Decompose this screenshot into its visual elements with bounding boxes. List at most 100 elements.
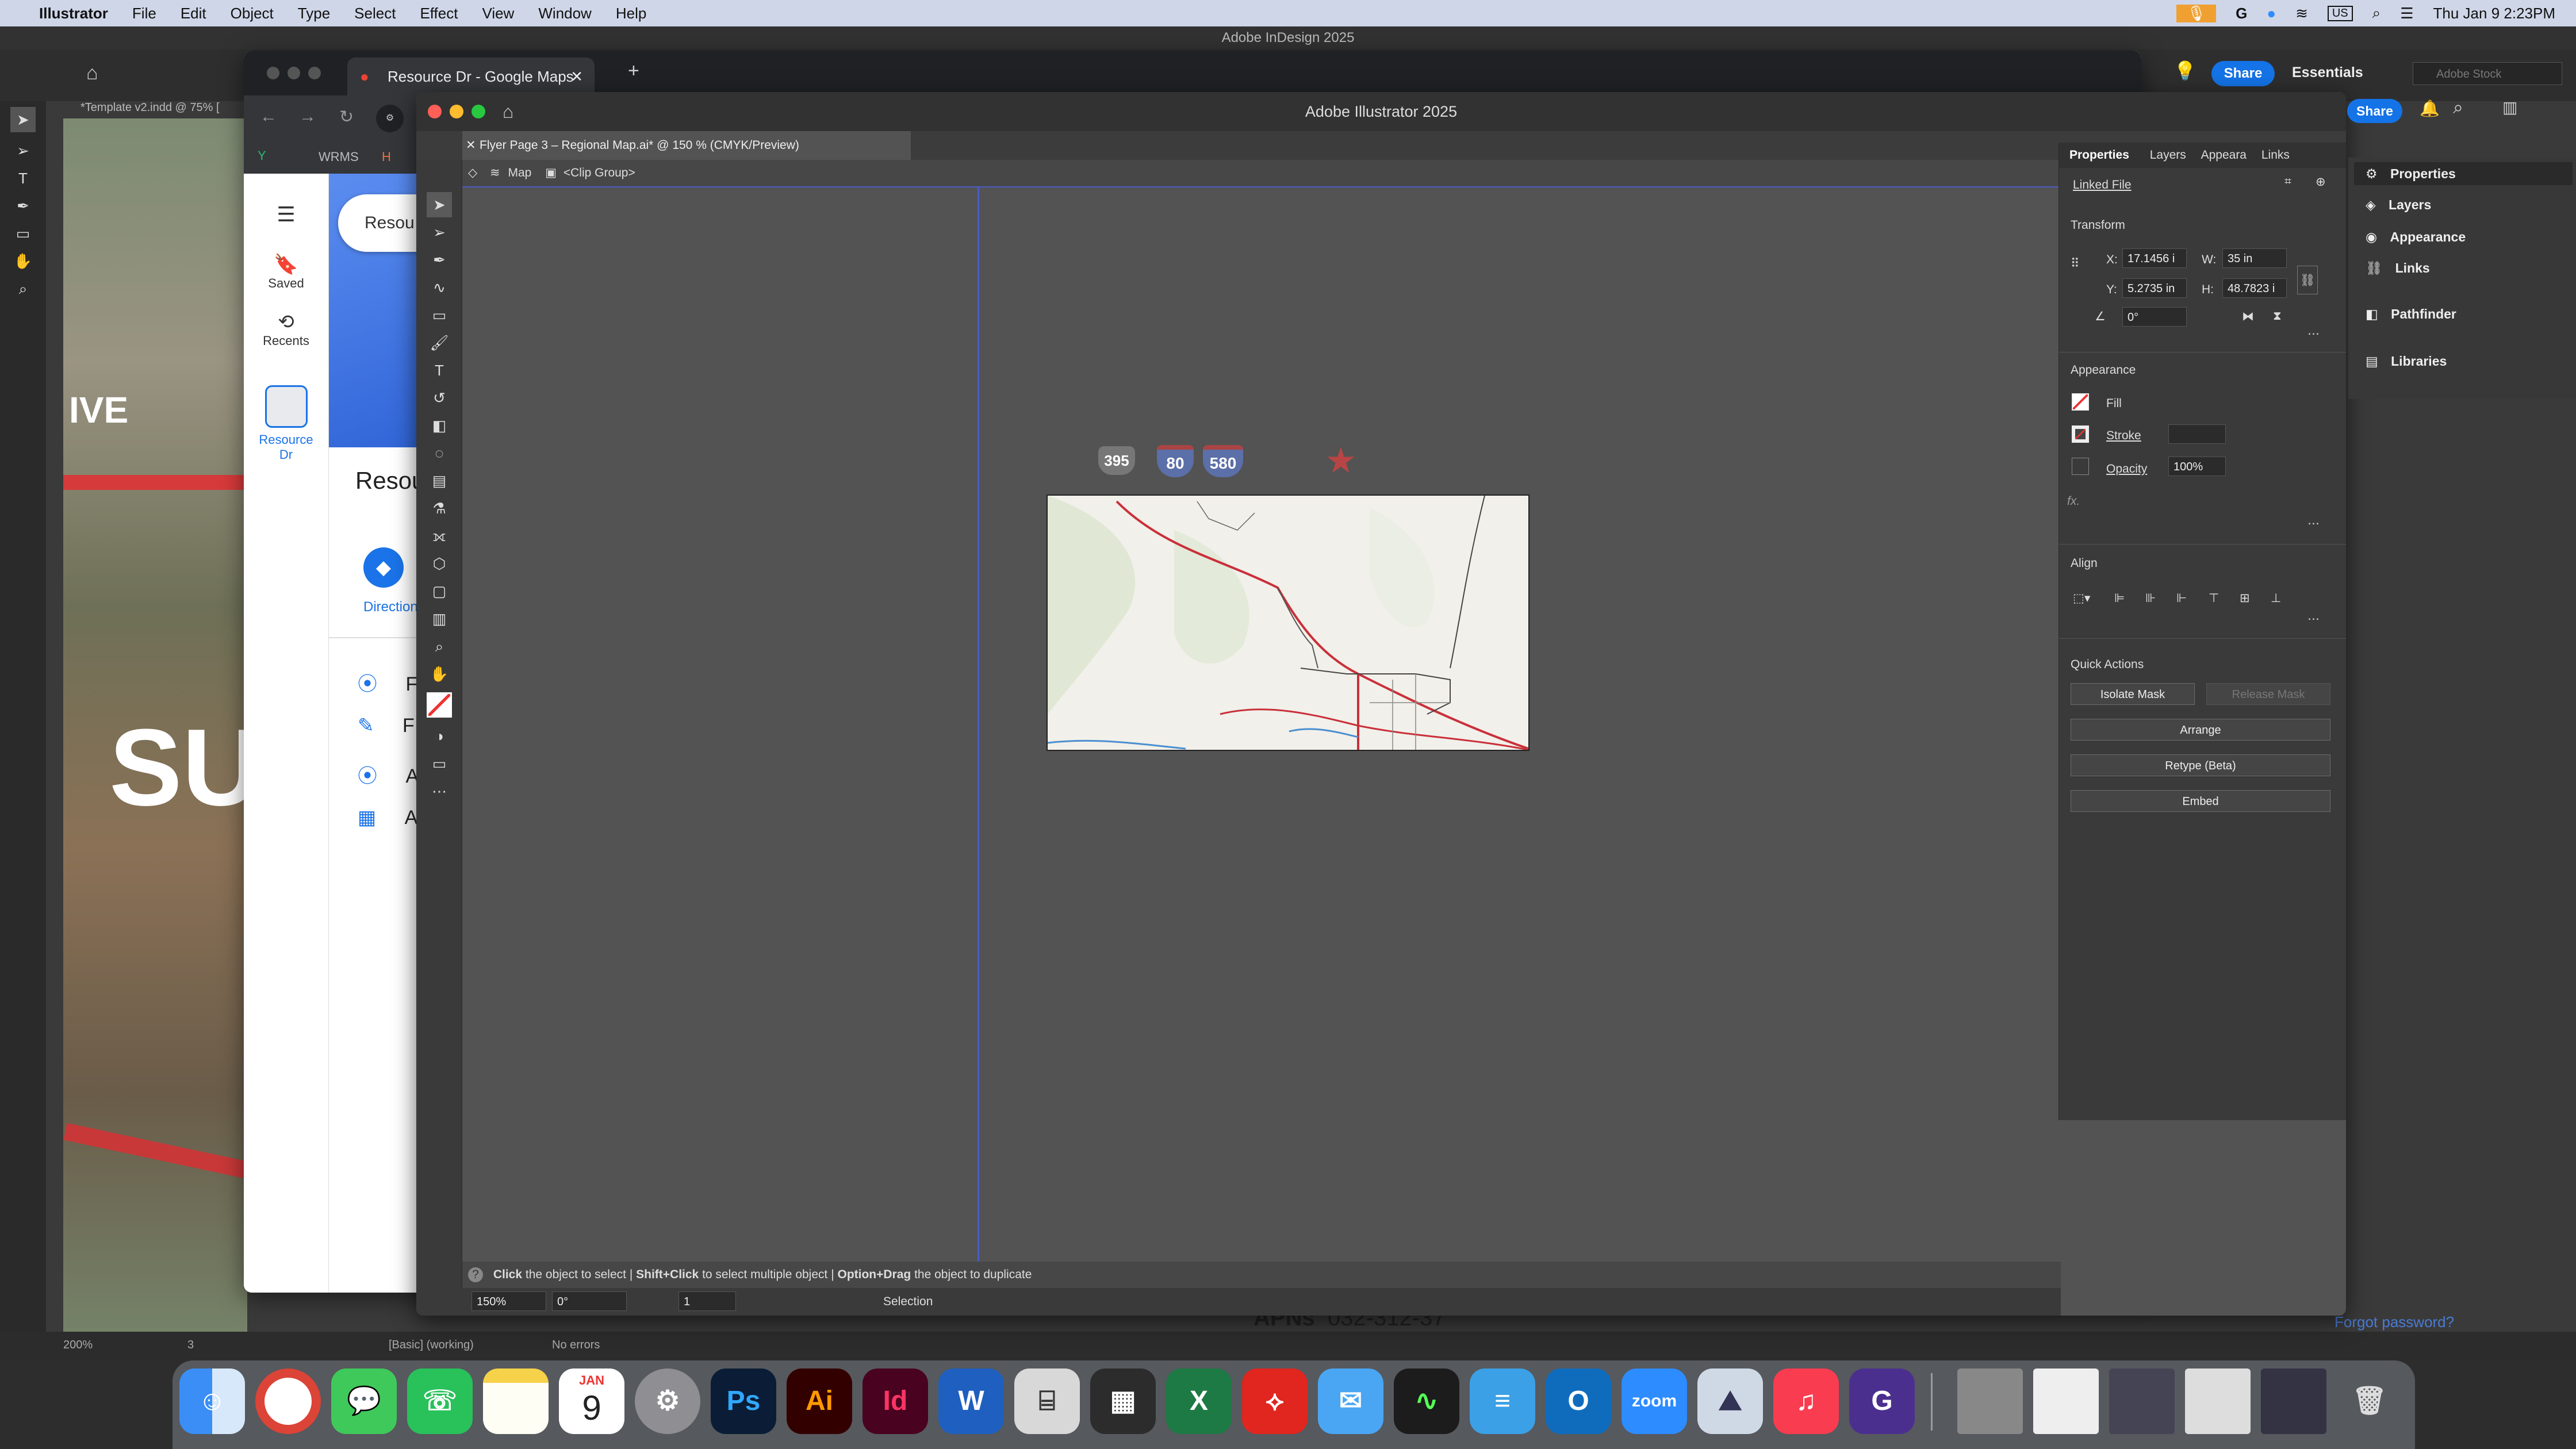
directions-button[interactable]: ◆ xyxy=(363,547,404,588)
arrange-documents-icon[interactable]: ▥ xyxy=(2502,98,2517,117)
screenshot-icon[interactable]: ⌸ xyxy=(1014,1368,1080,1434)
width-tool-icon[interactable]: ⟗ xyxy=(427,523,452,549)
linked-file-link[interactable]: Linked File xyxy=(2073,178,2132,192)
grammarly-dock-icon[interactable]: G xyxy=(1849,1368,1915,1434)
site-settings-icon[interactable]: ⚙ xyxy=(376,105,404,132)
menu-file[interactable]: File xyxy=(132,5,156,22)
type-tool-icon[interactable]: T xyxy=(427,358,452,383)
recent-window-thumb-2[interactable] xyxy=(2033,1368,2099,1434)
lightbulb-icon[interactable]: 💡 xyxy=(2174,60,2196,82)
messages-icon[interactable]: 💬 xyxy=(331,1368,397,1434)
panel-appearance[interactable]: ◉ Appearance xyxy=(2354,225,2466,248)
add-business-row[interactable]: ▦ A xyxy=(358,806,417,829)
zoom-icon[interactable]: zoom xyxy=(1621,1368,1687,1434)
chrome-icon[interactable] xyxy=(255,1368,321,1434)
add-place-row[interactable]: ⦿ A xyxy=(358,760,419,788)
draw-mode-icon[interactable]: ◑ xyxy=(427,723,452,749)
isolate-mask-button[interactable]: Isolate Mask xyxy=(2071,683,2195,705)
reload-icon[interactable]: ↻ xyxy=(339,107,354,127)
preview-icon[interactable]: ⛰ xyxy=(1697,1368,1763,1434)
microphone-icon[interactable]: 🎙 xyxy=(2176,4,2217,22)
more-tools-icon[interactable]: ⋯ xyxy=(427,779,452,804)
ai-share-button[interactable]: Share xyxy=(2347,99,2402,123)
opacity-field[interactable]: 100% xyxy=(2168,457,2226,476)
search-icon[interactable]: ⌕ xyxy=(2372,4,2381,22)
zoom-tool-icon[interactable]: ⌕ xyxy=(10,276,36,301)
notes-icon[interactable] xyxy=(483,1368,549,1434)
embed-button[interactable]: Embed xyxy=(2071,790,2330,812)
arrange-button[interactable]: Arrange xyxy=(2071,719,2330,741)
menu-object[interactable]: Object xyxy=(231,5,274,22)
breadcrumb-back-icon[interactable]: ◇ xyxy=(468,166,477,179)
align-bottom-icon[interactable]: ⊥ xyxy=(2271,591,2281,605)
hand-tool-icon[interactable]: ✋ xyxy=(10,248,36,274)
place-label[interactable]: Resource Dr xyxy=(258,432,315,462)
align-right-icon[interactable]: ⊩ xyxy=(2176,591,2187,605)
acrobat-icon[interactable]: ⟡ xyxy=(1242,1368,1308,1434)
type-tool-icon[interactable]: T xyxy=(10,166,36,191)
zoom-tool-icon[interactable]: ⌕ xyxy=(427,634,452,659)
indesign-share-button[interactable]: Share xyxy=(2211,61,2275,86)
artboard-field[interactable]: 1 xyxy=(678,1291,736,1311)
x-field[interactable]: 17.1456 i xyxy=(2122,248,2187,268)
ai-close-dot[interactable] xyxy=(428,105,442,118)
interstate-80-shield[interactable]: 80 xyxy=(1157,445,1194,477)
w-field[interactable]: 35 in xyxy=(2222,248,2287,268)
place-thumbnail[interactable] xyxy=(264,385,308,428)
bookmark-wrms[interactable]: WRMS xyxy=(319,150,359,164)
forward-icon[interactable]: → xyxy=(299,107,316,126)
menu-view[interactable]: View xyxy=(482,5,514,22)
pen-tool-icon[interactable]: ✒ xyxy=(427,247,452,273)
reference-point-icon[interactable]: ⠿ xyxy=(2071,256,2079,271)
flip-horizontal-icon[interactable]: ⧓ xyxy=(2242,309,2254,324)
release-mask-button[interactable]: Release Mask xyxy=(2206,683,2330,705)
address-row[interactable]: ⦿ F xyxy=(358,668,417,696)
lasso-tool-icon[interactable]: ◌ xyxy=(427,440,452,466)
music-icon[interactable]: ♫ xyxy=(1773,1368,1839,1434)
excel-icon[interactable]: X xyxy=(1166,1368,1232,1434)
mailspring-icon[interactable]: ≡ xyxy=(1470,1368,1535,1434)
align-left-icon[interactable]: ⊫ xyxy=(2114,591,2125,605)
mail-icon[interactable]: ✉ xyxy=(1318,1368,1383,1434)
control-center-icon[interactable]: ☰ xyxy=(2400,5,2413,22)
y-field[interactable]: 5.2735 in xyxy=(2122,278,2187,298)
workspace-switcher[interactable]: Essentials xyxy=(2292,64,2363,81)
panel-properties[interactable]: ⚙ Properties xyxy=(2354,162,2573,185)
menu-help[interactable]: Help xyxy=(616,5,646,22)
interstate-580-shield[interactable]: 580 xyxy=(1203,445,1243,477)
chart-tool-icon[interactable]: ▥ xyxy=(427,606,452,631)
eyedropper-tool-icon[interactable]: ⚗ xyxy=(427,496,452,521)
ai-minimize-dot[interactable] xyxy=(450,105,463,118)
fill-stroke-icon[interactable] xyxy=(427,692,452,718)
opacity-label[interactable]: Opacity xyxy=(2106,462,2147,476)
calculator-icon[interactable]: ▦ xyxy=(1090,1368,1156,1434)
panel-pathfinder[interactable]: ◧ Pathfinder xyxy=(2354,302,2456,325)
rectangle-tool-icon[interactable]: ▭ xyxy=(427,302,452,328)
indesign-page-number[interactable]: 3 xyxy=(187,1339,194,1352)
tab-appearance[interactable]: Appeara xyxy=(2201,148,2247,162)
calendar-icon[interactable]: JAN 9 xyxy=(559,1368,624,1434)
bookmark-app-icon[interactable]: Y xyxy=(258,148,266,163)
whatsapp-icon[interactable]: ☏ xyxy=(407,1368,473,1434)
trash-icon[interactable]: 🗑 xyxy=(2337,1368,2402,1434)
curvature-tool-icon[interactable]: ∿ xyxy=(427,275,452,300)
notifications-icon[interactable]: 🔔 xyxy=(2420,99,2440,118)
breadcrumb-layer[interactable]: Map xyxy=(508,166,531,179)
align-hcenter-icon[interactable]: ⊪ xyxy=(2145,591,2156,605)
saved-icon[interactable]: 🔖 xyxy=(244,253,328,276)
recent-window-thumb-4[interactable] xyxy=(2185,1368,2251,1434)
menu-type[interactable]: Type xyxy=(298,5,330,22)
zoom-status-icon[interactable]: ● xyxy=(2267,5,2276,22)
doc-tab-close-icon[interactable]: ✕ xyxy=(466,131,476,160)
rectangle-tool-icon[interactable]: ▭ xyxy=(10,221,36,246)
recents-label[interactable]: Recents xyxy=(244,334,328,348)
system-settings-icon[interactable]: ⚙ xyxy=(635,1368,700,1434)
star-marker-icon[interactable]: ★ xyxy=(1325,439,1357,481)
stroke-label[interactable]: Stroke xyxy=(2106,429,2141,443)
appearance-more-icon[interactable]: ⋯ xyxy=(2307,516,2320,531)
input-source[interactable]: US xyxy=(2327,5,2353,21)
pen-tool-icon[interactable]: ✒ xyxy=(10,193,36,218)
finder-icon[interactable]: ☺ xyxy=(179,1368,245,1434)
panel-layers[interactable]: ◈ Layers xyxy=(2354,193,2431,216)
window-zoom-dot[interactable] xyxy=(308,67,321,79)
